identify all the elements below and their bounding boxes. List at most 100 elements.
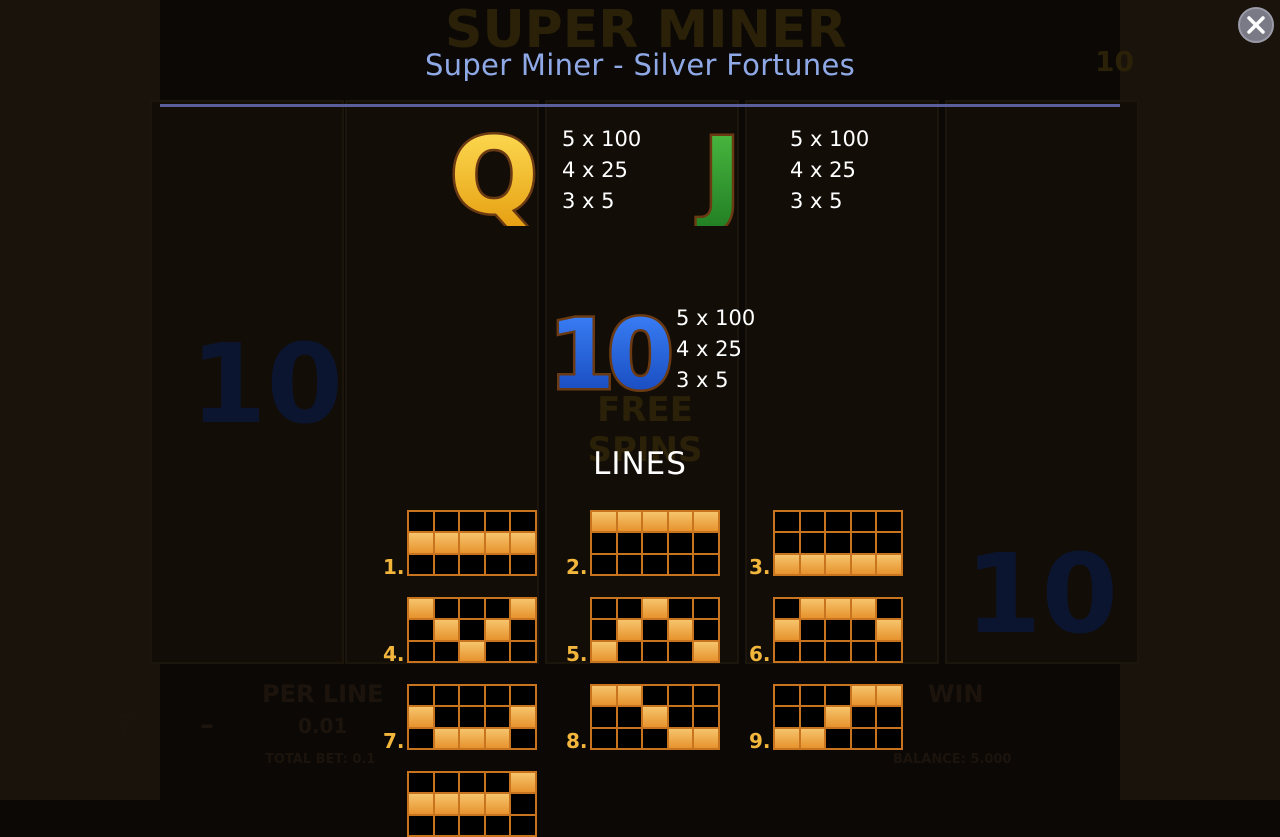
payline-cell (434, 554, 459, 574)
close-button[interactable] (1238, 7, 1274, 43)
payline-cell-active (800, 728, 825, 748)
payline-cell (851, 707, 876, 727)
payline-cell (409, 641, 433, 661)
close-icon (1247, 16, 1265, 34)
payline-cell-active (460, 794, 484, 814)
payline-cell (826, 512, 850, 532)
payline-number: 2. (566, 555, 588, 579)
payline-cell (826, 620, 850, 640)
payline-cell-active (409, 599, 433, 619)
payline-cell (851, 620, 876, 640)
payline-cell (434, 773, 459, 793)
symbol-q-glyph: Q (450, 118, 538, 226)
payline-cell-active (511, 707, 535, 727)
payline-cell-active (592, 512, 616, 532)
payline-cell (643, 641, 667, 661)
payline-cell (434, 512, 459, 532)
payline-cell (460, 554, 484, 574)
payline-cell (694, 686, 718, 706)
payline-cell-active (826, 554, 850, 574)
payline-cell (511, 554, 535, 574)
payline-cell-active (460, 533, 484, 553)
payline-cell (877, 728, 901, 748)
payline-cell (826, 728, 850, 748)
payline-cell (668, 641, 693, 661)
payline-cell (592, 707, 616, 727)
payline-cell-active (643, 512, 667, 532)
payline-cell (668, 533, 693, 553)
payline-cell-active (485, 728, 510, 748)
payline-cell-active (826, 599, 850, 619)
payline-cell-active (851, 686, 876, 706)
payline-cell (511, 641, 535, 661)
payline-cell (485, 773, 510, 793)
payline-cell (800, 512, 825, 532)
payline-cell (694, 620, 718, 640)
help-button[interactable]: ? (118, 710, 133, 740)
payline-diagram (773, 510, 903, 576)
payline-cell (485, 707, 510, 727)
payline-cell (668, 599, 693, 619)
payline-cell (694, 533, 718, 553)
payline-cell (460, 686, 484, 706)
payline-cell (775, 599, 799, 619)
payline-cell (877, 512, 901, 532)
payline-cell (877, 533, 901, 553)
payline-cell (409, 512, 433, 532)
payline-cell (800, 533, 825, 553)
decrease-bet-button[interactable]: – (200, 708, 214, 741)
payline-cell (409, 620, 433, 640)
payline-cell-active (775, 620, 799, 640)
bg-symbol-10-right: 10 (965, 530, 1119, 658)
payline-cell (851, 533, 876, 553)
payline-cell-active (800, 554, 825, 574)
payline-cell-active (511, 773, 535, 793)
payline-cell (460, 620, 484, 640)
pay-4: 4 x 25 (562, 158, 628, 182)
pay-5: 5 x 100 (790, 127, 870, 151)
payline-cell-active (851, 599, 876, 619)
payline-cell (643, 728, 667, 748)
symbol-10: 10 (540, 297, 681, 414)
payline-cell (617, 707, 642, 727)
payline-cell-active (460, 641, 484, 661)
payline-cell (643, 533, 667, 553)
payline-diagram (407, 771, 537, 837)
payline-cell-active (409, 794, 433, 814)
payline-cell-active (877, 554, 901, 574)
page-title: Super Miner - Silver Fortunes (424, 48, 856, 82)
payline-cell (617, 641, 642, 661)
payline-cell-active (617, 620, 642, 640)
payline-cell-active (668, 728, 693, 748)
payline-cell (826, 686, 850, 706)
payline-cell (511, 794, 535, 814)
payline-cell-active (877, 686, 901, 706)
payline-cell-active (460, 728, 484, 748)
payline-cell (775, 512, 799, 532)
symbol-j: J (680, 113, 764, 240)
payline-cell (617, 728, 642, 748)
payline-diagram (407, 684, 537, 750)
payline-cell-active (409, 707, 433, 727)
payline-cell-active (668, 620, 693, 640)
right-wall (1120, 0, 1280, 800)
payline-cell (617, 599, 642, 619)
payline-cell-active (617, 686, 642, 706)
payline-cell (460, 512, 484, 532)
payline-cell-active (434, 794, 459, 814)
symbol-j-glyph: J (697, 118, 742, 226)
payline-cell-active (617, 512, 642, 532)
payline-number: 6. (749, 642, 771, 666)
payline-number: 1. (383, 555, 405, 579)
payline-cell (592, 728, 616, 748)
title-divider (160, 104, 1120, 107)
payline-cell (511, 728, 535, 748)
payline-cell (434, 641, 459, 661)
payline-cell (800, 641, 825, 661)
payline-cell (409, 686, 433, 706)
payline-cell-active (511, 599, 535, 619)
symbol-j-paytable: 5 x 100 4 x 25 3 x 5 (790, 124, 869, 217)
payline-cell (668, 707, 693, 727)
payline-cell (800, 707, 825, 727)
payline-cell (511, 512, 535, 532)
